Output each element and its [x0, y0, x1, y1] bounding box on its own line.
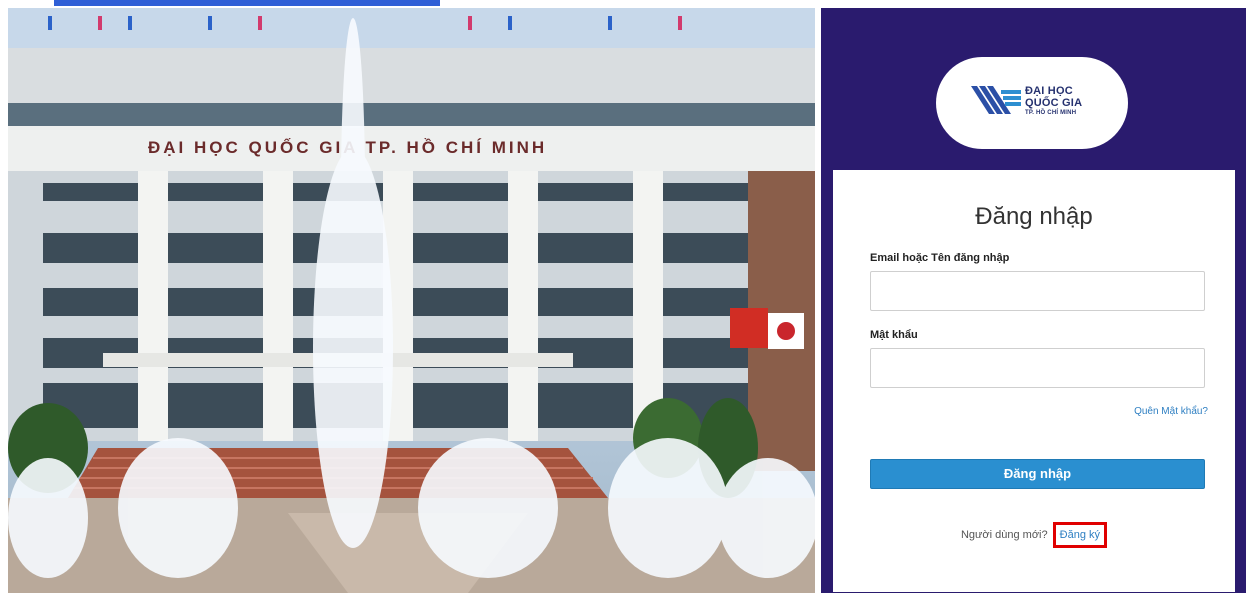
username-label: Email hoặc Tên đăng nhập — [870, 252, 1010, 264]
university-logo: ĐẠI HỌC QUỐC GIA TP. HỒ CHÍ MINH — [936, 57, 1128, 149]
username-input[interactable] — [870, 271, 1205, 311]
login-title: Đăng nhập — [975, 203, 1093, 230]
register-link[interactable]: Đăng ký — [1052, 522, 1108, 548]
top-link-underline — [54, 0, 440, 6]
campus-photo: ĐẠI HỌC QUỐC GIA TP. HỒ CHÍ MINH — [8, 8, 815, 593]
vnuhcm-logo-icon — [971, 86, 1021, 114]
password-label: Mật khẩu — [870, 329, 918, 341]
password-input[interactable] — [870, 348, 1205, 388]
logo-line-2: QUỐC GIA — [1025, 97, 1083, 109]
forgot-password-link[interactable]: Quên Mật khẩu? — [1134, 406, 1208, 417]
login-button[interactable]: Đăng nhập — [870, 459, 1205, 489]
campus-photo-illustration: ĐẠI HỌC QUỐC GIA TP. HỒ CHÍ MINH — [8, 8, 815, 593]
logo-line-3: TP. HỒ CHÍ MINH — [1025, 110, 1077, 116]
new-user-text: Người dùng mới? — [960, 529, 1048, 541]
login-panel: ĐẠI HỌC QUỐC GIA TP. HỒ CHÍ MINH Đăng nh… — [821, 8, 1246, 593]
logo-text: ĐẠI HỌC QUỐC GIA TP. HỒ CHÍ MINH — [1025, 85, 1082, 117]
login-card: Đăng nhập Email hoặc Tên đăng nhập Mật k… — [833, 170, 1235, 592]
new-user-row: Người dùng mới? Đăng ký — [833, 522, 1235, 548]
logo-line-1: ĐẠI HỌC — [1025, 85, 1073, 97]
